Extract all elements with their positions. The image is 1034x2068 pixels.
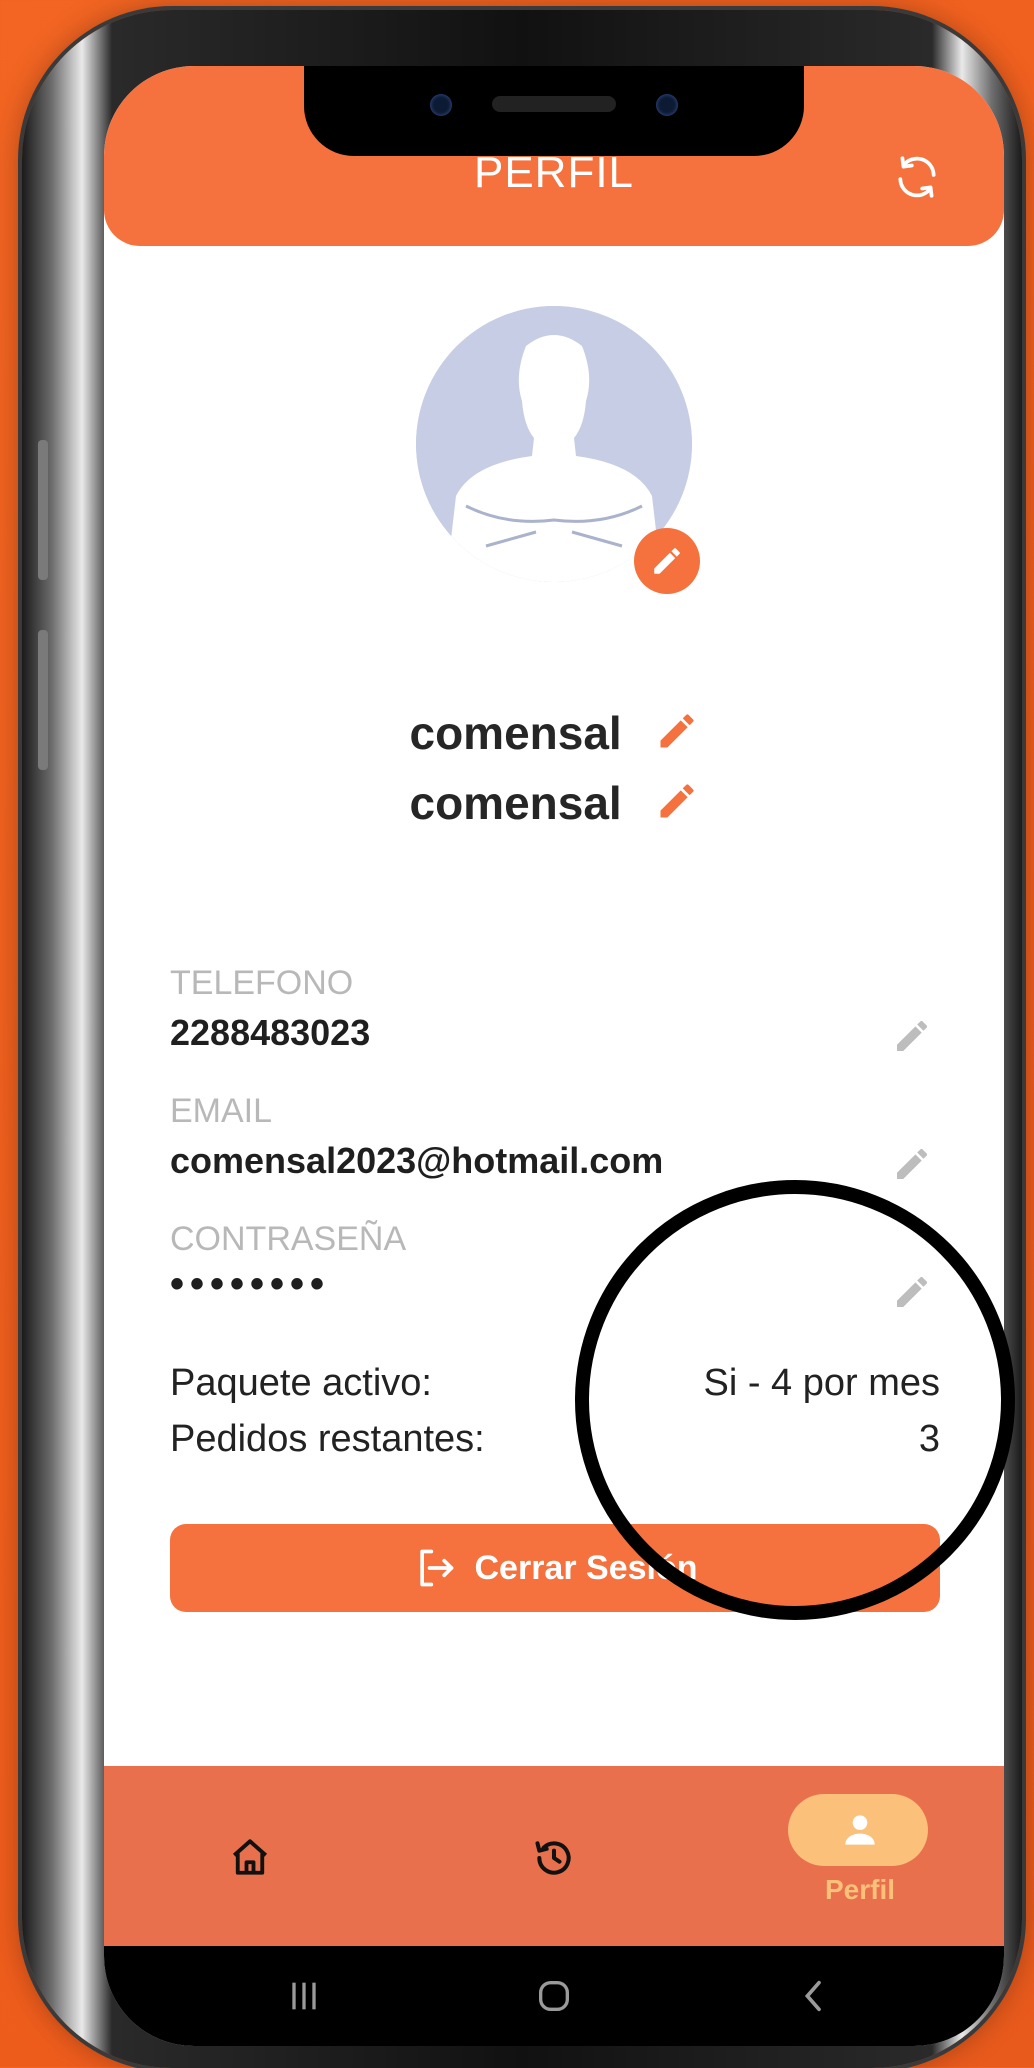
email-label: EMAIL (170, 1092, 273, 1130)
package-active-label: Paquete activo: (170, 1362, 432, 1404)
first-name-row: comensal (104, 706, 1004, 764)
edit-email-icon[interactable] (892, 1144, 932, 1184)
password-label: CONTRASEÑA (170, 1220, 407, 1258)
bottom-nav: Perfil (104, 1766, 1004, 1946)
home-icon (232, 1839, 268, 1875)
pencil-icon (654, 548, 680, 574)
speaker-grille (492, 96, 616, 112)
edit-phone-icon[interactable] (892, 1016, 932, 1056)
phone-value: 2288483023 (170, 1012, 371, 1053)
back-icon (804, 1980, 821, 2012)
volume-up-button (38, 440, 48, 580)
recent-apps-icon (292, 1982, 316, 2010)
nav-label-profile: Perfil (824, 1874, 896, 1905)
orders-remaining-label: Pedidos restantes: (170, 1418, 485, 1460)
nav-item-history[interactable] (454, 1766, 654, 1946)
history-icon (535, 1841, 571, 1875)
annotation-circle (575, 1180, 1015, 1620)
first-name: comensal (409, 707, 622, 759)
password-value: •••••••• (170, 1262, 331, 1306)
email-value: comensal2023@hotmail.com (170, 1140, 664, 1181)
phone-frame: PERFIL comensal comensal TELEFONO 228848… (22, 10, 1022, 2068)
refresh-icon[interactable] (892, 152, 942, 202)
person-icon (845, 1815, 875, 1845)
nav-item-home[interactable] (150, 1766, 350, 1946)
last-name-row: comensal (104, 776, 1004, 834)
volume-down-button (38, 630, 48, 770)
logout-icon (419, 1549, 453, 1587)
avatar-edit-button[interactable] (634, 528, 700, 594)
phone-label: TELEFONO (170, 964, 354, 1002)
edit-first-name-icon[interactable] (655, 709, 699, 764)
edit-last-name-icon[interactable] (655, 779, 699, 834)
system-nav-bar (104, 1946, 1004, 2046)
screen: PERFIL comensal comensal TELEFONO 228848… (104, 66, 1004, 2046)
nav-item-profile[interactable]: Perfil (760, 1766, 960, 1946)
last-name: comensal (409, 777, 622, 829)
camera-notch (304, 66, 804, 156)
home-button-icon (539, 1981, 569, 2011)
